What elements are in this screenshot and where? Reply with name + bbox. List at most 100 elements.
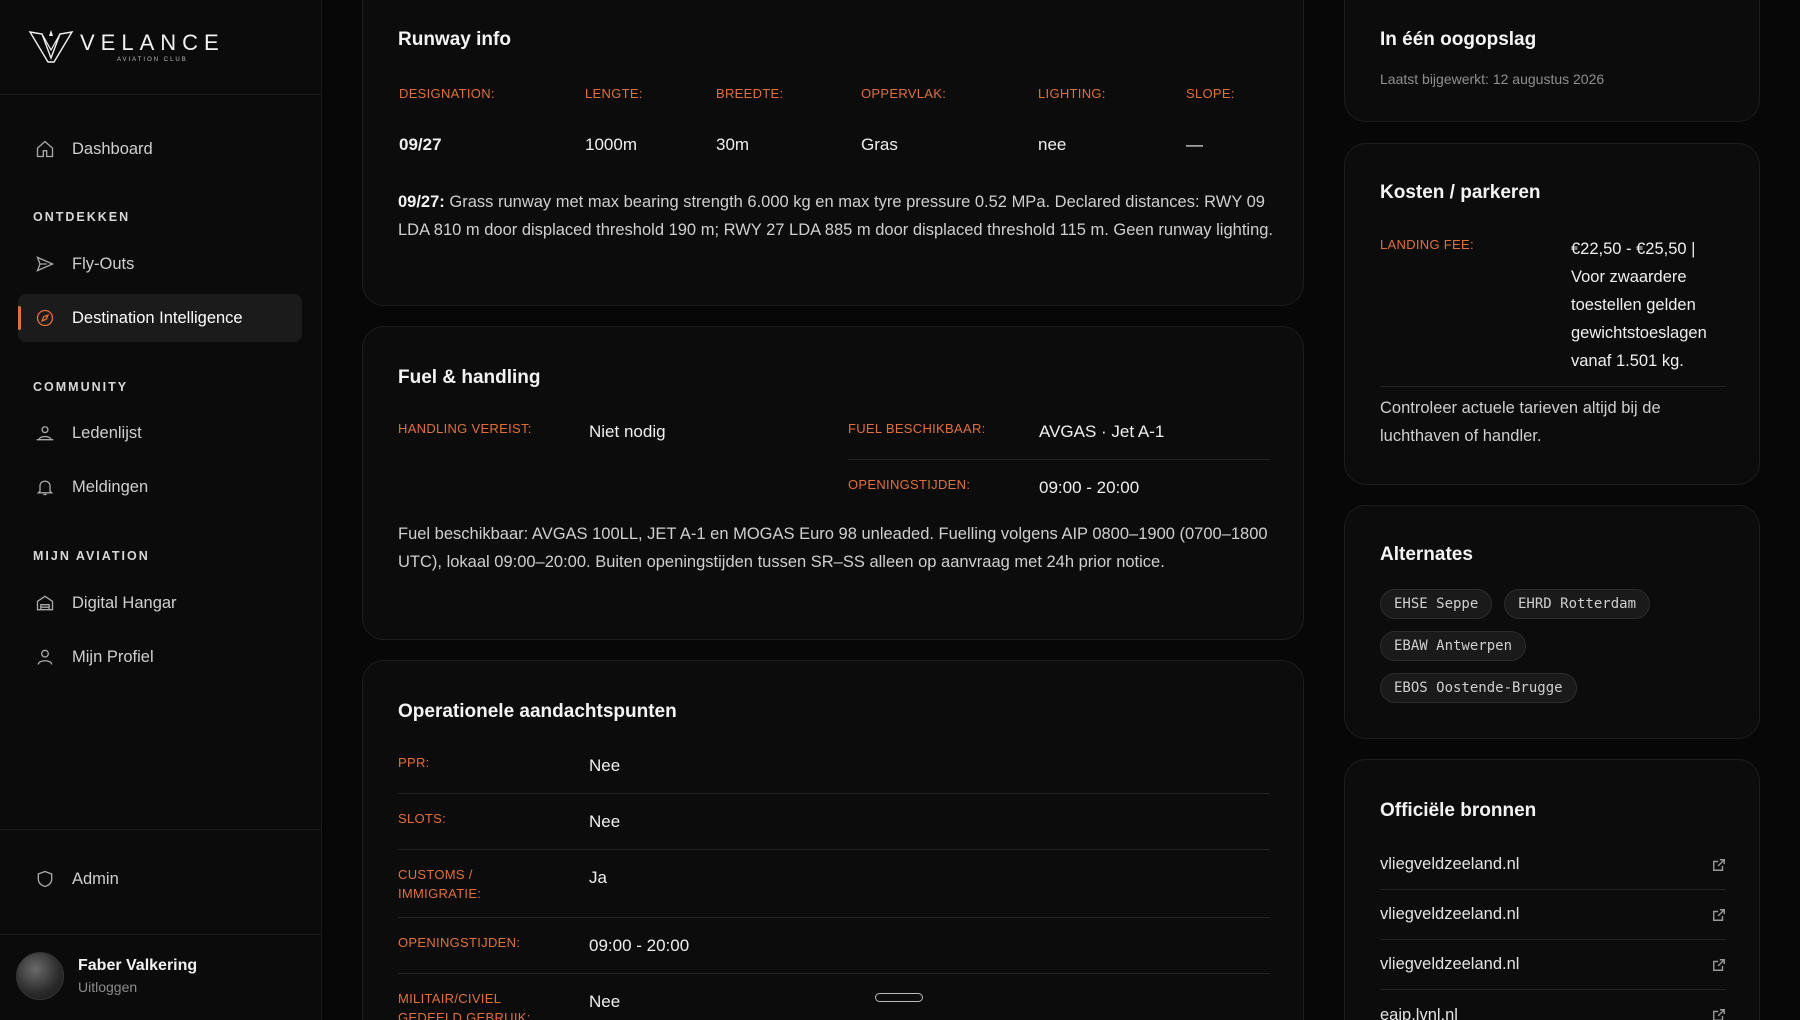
external-link-icon xyxy=(1713,858,1725,871)
avatar[interactable] xyxy=(16,952,64,1000)
nav-meldingen-label: Meldingen xyxy=(72,477,149,496)
fuel-title: Fuel & handling xyxy=(398,367,541,388)
fuel-hours-label: OPENINGSTIJDEN: xyxy=(848,477,971,492)
members-icon xyxy=(34,422,56,444)
fee-line: toestellen gelden xyxy=(1571,296,1696,314)
compass-icon xyxy=(34,307,56,329)
runway-note-text: Grass runway met max bearing strength 6.… xyxy=(398,193,1274,239)
brand-name: VELANCE xyxy=(80,29,225,55)
section-ontdekken: ONTDEKKEN xyxy=(33,210,131,224)
home-icon xyxy=(34,138,56,160)
alternates-title: Alternates xyxy=(1380,544,1473,565)
divider xyxy=(848,459,1270,460)
alternates-card: Alternates EHSE Seppe EHRD Rotterdam EBA… xyxy=(1344,505,1760,739)
sidebar: VELANCE AVIATION CLUB Dashboard ONTDEKKE… xyxy=(0,0,322,1020)
nav-meldingen[interactable]: Meldingen xyxy=(18,463,302,511)
fee-line: €22,50 - €25,50 | xyxy=(1571,240,1696,258)
fee-line: Voor zwaardere xyxy=(1571,268,1687,286)
runway-length: 1000m xyxy=(585,135,637,154)
costs-card: Kosten / parkeren LANDING FEE: €22,50 - … xyxy=(1344,143,1760,485)
fee-line: gewichtstoeslagen xyxy=(1571,324,1707,342)
nav-profiel-label: Mijn Profiel xyxy=(72,647,154,666)
logout-link[interactable]: Uitloggen xyxy=(78,979,197,995)
nav-flyouts[interactable]: Fly-Outs xyxy=(18,240,302,288)
runway-header: DESIGNATION: xyxy=(399,86,495,101)
source-link-text: eaip.lvnl.nl xyxy=(1380,1005,1458,1020)
brand-subtitle: AVIATION CLUB xyxy=(116,56,188,63)
ops-label-hours: OPENINGSTIJDEN: xyxy=(398,935,521,950)
source-link[interactable]: vliegveldzeeland.nl xyxy=(1380,890,1726,940)
runway-designation: 09/27 xyxy=(399,135,442,154)
nav-mijn-profiel[interactable]: Mijn Profiel xyxy=(18,633,302,681)
runway-info-card: Runway info DESIGNATION: LENGTE: BREEDTE… xyxy=(362,0,1304,306)
hangar-icon xyxy=(34,592,56,614)
runway-note: 09/27: Grass runway met max bearing stre… xyxy=(398,188,1278,244)
nav-admin[interactable]: Admin xyxy=(18,855,302,903)
runway-header: BREEDTE: xyxy=(716,86,784,101)
ops-value-customs: Ja xyxy=(589,868,607,887)
source-link-text: vliegveldzeeland.nl xyxy=(1380,905,1520,923)
nav-flyouts-label: Fly-Outs xyxy=(72,254,135,273)
source-link-text: vliegveldzeeland.nl xyxy=(1380,855,1520,873)
scroll-indicator[interactable] xyxy=(875,993,923,1002)
glance-updated: Laatst bijgewerkt: 12 augustus 2026 xyxy=(1380,71,1605,87)
external-link-icon xyxy=(1713,958,1725,971)
source-link-text: vliegveldzeeland.nl xyxy=(1380,955,1520,973)
sources-card: Officiële bronnen vliegveldzeeland.nl vl… xyxy=(1344,759,1760,1020)
user-panel: Faber Valkering Uitloggen xyxy=(16,952,197,1000)
external-link-icon xyxy=(1713,908,1725,921)
external-link-icon xyxy=(1713,1009,1725,1020)
landing-fee-value: €22,50 - €25,50 | Voor zwaardere toestel… xyxy=(1571,235,1731,375)
glance-card: In één oogopslag Laatst bijgewerkt: 12 a… xyxy=(1344,0,1760,122)
nav-admin-label: Admin xyxy=(72,869,119,888)
divider xyxy=(398,793,1270,794)
nav-digital-hangar[interactable]: Digital Hangar xyxy=(18,579,302,627)
divider xyxy=(398,849,1270,850)
runway-width: 30m xyxy=(716,135,750,154)
divider xyxy=(1380,386,1726,387)
user-name: Faber Valkering xyxy=(78,957,198,974)
handling-value: Niet nodig xyxy=(589,422,666,441)
nav-ledenlijst-label: Ledenlijst xyxy=(72,423,142,442)
divider xyxy=(0,934,322,935)
source-link[interactable]: vliegveldzeeland.nl xyxy=(1380,840,1726,890)
logo-mark-icon xyxy=(28,30,74,63)
operational-card: Operationele aandachtspunten PPR: Nee SL… xyxy=(362,660,1304,1020)
divider xyxy=(398,973,1270,974)
ops-label-military: MILITAIR/CIVIEL GEDEELD GEBRUIK: xyxy=(398,991,531,1020)
user-icon xyxy=(34,646,56,668)
alternate-chip[interactable]: EHRD Rotterdam xyxy=(1504,589,1651,619)
alternate-chip[interactable]: EHSE Seppe xyxy=(1380,589,1493,619)
runway-slope: — xyxy=(1186,135,1203,154)
divider xyxy=(398,917,1270,918)
nav-ledenlijst[interactable]: Ledenlijst xyxy=(18,409,302,457)
divider xyxy=(0,829,322,830)
send-icon xyxy=(34,253,56,275)
runway-title: Runway info xyxy=(398,29,511,50)
fuel-available-label: FUEL BESCHIKBAAR: xyxy=(848,421,986,436)
ops-label-customs: CUSTOMS / IMMIGRATIE: xyxy=(398,867,482,901)
source-link[interactable]: eaip.lvnl.nl xyxy=(1380,990,1726,1020)
alternate-chip[interactable]: EBOS Oostende-Brugge xyxy=(1380,673,1577,703)
nav-dashboard[interactable]: Dashboard xyxy=(18,125,302,173)
nav-hangar-label: Digital Hangar xyxy=(72,593,177,612)
landing-fee-label: LANDING FEE: xyxy=(1380,237,1474,252)
glance-title: In één oogopslag xyxy=(1380,29,1537,50)
alternate-chip[interactable]: EBAW Antwerpen xyxy=(1380,631,1527,661)
ops-label-ppr: PPR: xyxy=(398,755,430,770)
fee-line: vanaf 1.501 kg. xyxy=(1571,352,1684,370)
nav-dashboard-label: Dashboard xyxy=(72,139,153,158)
runway-lighting: nee xyxy=(1038,135,1067,154)
brand-logo[interactable]: VELANCE AVIATION CLUB xyxy=(28,26,225,66)
runway-header: OPPERVLAK: xyxy=(861,86,947,101)
fuel-hours-value: 09:00 - 20:00 xyxy=(1039,478,1140,497)
runway-header: LIGHTING: xyxy=(1038,86,1106,101)
costs-title: Kosten / parkeren xyxy=(1380,182,1541,203)
ops-value-military: Nee xyxy=(589,992,621,1011)
handling-label: HANDLING VEREIST: xyxy=(398,421,532,436)
nav-destination-intelligence[interactable]: Destination Intelligence xyxy=(18,294,302,342)
active-indicator xyxy=(18,306,21,330)
source-link[interactable]: vliegveldzeeland.nl xyxy=(1380,940,1726,990)
fuel-handling-card: Fuel & handling HANDLING VEREIST: Niet n… xyxy=(362,326,1304,640)
fuel-available-value: AVGAS · Jet A-1 xyxy=(1039,422,1165,441)
